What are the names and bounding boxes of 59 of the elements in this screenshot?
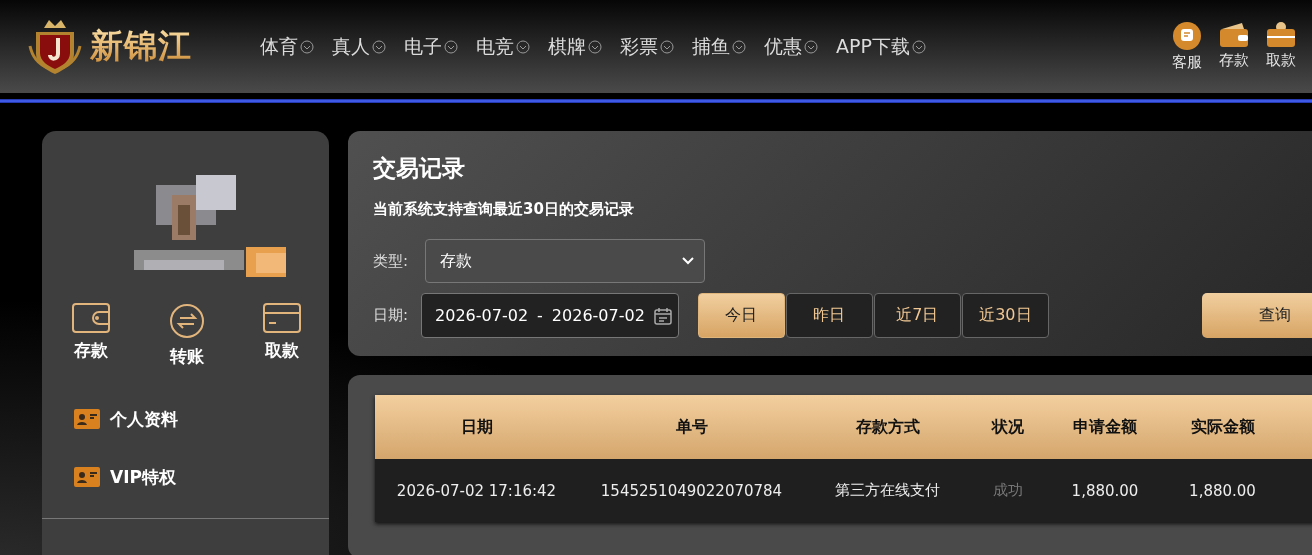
nav-item[interactable]: APP下载 bbox=[836, 33, 926, 60]
wallet-icon bbox=[1217, 21, 1250, 49]
table-cell-text: 1545251049022070784 bbox=[599, 480, 784, 502]
date-label: 日期: bbox=[373, 306, 410, 325]
range-button[interactable]: 近7日 bbox=[873, 293, 961, 338]
range-button[interactable]: 昨日 bbox=[785, 293, 873, 338]
column-header: 日期 bbox=[375, 395, 578, 459]
nav-item[interactable]: 彩票 bbox=[620, 33, 674, 60]
range-button[interactable]: 近30日 bbox=[961, 293, 1049, 338]
table-cell-text: 2026-07-02 17:16:42 bbox=[395, 480, 558, 502]
id-card-icon bbox=[74, 409, 100, 429]
chevron-icon bbox=[588, 39, 602, 54]
chevron-icon bbox=[300, 39, 314, 54]
chevron-icon bbox=[660, 39, 674, 54]
nav-item[interactable]: 捕鱼 bbox=[692, 33, 746, 60]
range-button[interactable]: 今日 bbox=[697, 293, 785, 338]
nav-item[interactable]: 棋牌 bbox=[548, 33, 602, 60]
wallet-icon bbox=[72, 303, 110, 333]
table-cell-text: 1,880.00 bbox=[1070, 480, 1140, 502]
header-action[interactable]: 存款 bbox=[1214, 21, 1253, 72]
query-button[interactable]: 查询 bbox=[1201, 293, 1312, 338]
chevron-icon bbox=[444, 39, 458, 54]
sidebar-item[interactable]: VIP特权 bbox=[42, 448, 329, 506]
column-header: 实际金额 bbox=[1165, 395, 1280, 459]
column-header: 单号 bbox=[578, 395, 805, 459]
sidebar-item[interactable]: 个人资料 bbox=[42, 390, 329, 448]
chevron-icon bbox=[911, 39, 926, 54]
date-range-field[interactable]: 2026-07-02 - 2026-07-02 bbox=[421, 293, 679, 338]
table-cell-text: 第三方在线支付 bbox=[834, 480, 941, 501]
nav-item[interactable]: 真人 bbox=[332, 33, 386, 60]
id-card-icon bbox=[74, 467, 100, 487]
nav-item[interactable]: 电竞 bbox=[476, 33, 530, 60]
status-cell-text: 成功 bbox=[991, 480, 1024, 501]
chat-icon bbox=[1171, 21, 1202, 51]
card-icon bbox=[263, 303, 301, 333]
type-select[interactable]: 存款 bbox=[425, 239, 705, 283]
quick-action[interactable]: 存款 bbox=[72, 303, 110, 368]
nav-item[interactable]: 体育 bbox=[260, 33, 314, 60]
transfer-icon bbox=[168, 303, 205, 339]
chevron-icon bbox=[732, 39, 746, 54]
nav-item[interactable]: 电子 bbox=[404, 33, 458, 60]
quick-action[interactable]: 取款 bbox=[263, 303, 301, 368]
column-header: 申请金额 bbox=[1045, 395, 1165, 459]
cash-box-icon bbox=[1264, 21, 1297, 49]
quick-action[interactable]: 转账 bbox=[168, 303, 205, 368]
caret-icon bbox=[682, 257, 694, 265]
chevron-icon bbox=[372, 39, 386, 54]
calendar-icon bbox=[653, 306, 672, 325]
column-header: 存款方式 bbox=[805, 395, 970, 459]
chevron-icon bbox=[516, 39, 530, 54]
column-header: 状况 bbox=[970, 395, 1045, 459]
type-label: 类型: bbox=[373, 251, 410, 271]
nav-item[interactable]: 优惠 bbox=[764, 33, 818, 60]
table-cell-text: 1,880.00 bbox=[1188, 480, 1257, 502]
hint-text: 当前系统支持查询最近30日的交易记录 bbox=[373, 200, 635, 219]
header-action[interactable]: 取款 bbox=[1261, 21, 1300, 72]
page-title: 交易记录 bbox=[373, 154, 466, 183]
chevron-icon bbox=[804, 39, 818, 54]
header-action[interactable]: 客服 bbox=[1167, 21, 1206, 72]
